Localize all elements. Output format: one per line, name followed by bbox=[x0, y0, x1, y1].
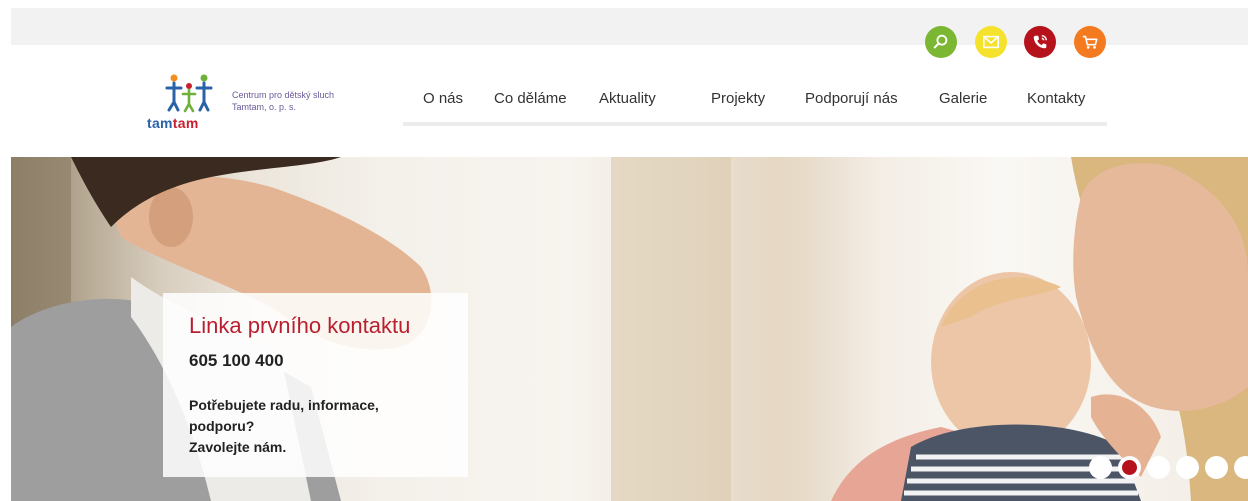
callout-text: Potřebujete radu, informace, podporu? Za… bbox=[189, 397, 379, 455]
nav-item-kontakty[interactable]: Kontakty bbox=[1027, 90, 1085, 107]
slider-dot-6[interactable] bbox=[1234, 456, 1248, 479]
phone-button[interactable] bbox=[1024, 26, 1056, 58]
family-figures-icon bbox=[165, 74, 213, 113]
slider-dot-5[interactable] bbox=[1205, 456, 1228, 479]
main-nav: O nás Co děláme Aktuality Projekty Podpo… bbox=[403, 86, 1107, 126]
slider-dot-2[interactable] bbox=[1118, 456, 1141, 479]
mail-button[interactable] bbox=[975, 26, 1007, 58]
search-icon bbox=[933, 34, 948, 49]
slider-dots bbox=[1089, 456, 1248, 479]
site-logo[interactable]: tamtam Centrum pro dětský sluch Tamtam, … bbox=[140, 72, 370, 136]
nav-item-aktuality[interactable]: Aktuality bbox=[599, 90, 656, 107]
callout-phone[interactable]: 605 100 400 bbox=[189, 351, 442, 371]
nav-item-galerie[interactable]: Galerie bbox=[939, 90, 987, 107]
search-button[interactable] bbox=[925, 26, 957, 58]
nav-item-podporuji-nas[interactable]: Podporují nás bbox=[805, 90, 898, 107]
hotline-callout: Linka prvního kontaktu 605 100 400 Potře… bbox=[163, 293, 468, 477]
phone-icon bbox=[1033, 34, 1048, 49]
slider-dot-3[interactable] bbox=[1147, 456, 1170, 479]
logo-wordmark: tamtam bbox=[147, 115, 199, 131]
mail-icon bbox=[982, 35, 1000, 49]
logo-tagline: Centrum pro dětský sluch Tamtam, o. p. s… bbox=[232, 90, 335, 112]
nav-item-o-nas[interactable]: O nás bbox=[423, 90, 463, 107]
slider-dot-1[interactable] bbox=[1089, 456, 1112, 479]
callout-title: Linka prvního kontaktu bbox=[189, 313, 411, 338]
cart-icon bbox=[1082, 35, 1098, 49]
slider-dot-4[interactable] bbox=[1176, 456, 1199, 479]
cart-button[interactable] bbox=[1074, 26, 1106, 58]
nav-item-co-delame[interactable]: Co děláme bbox=[494, 90, 567, 107]
nav-item-projekty[interactable]: Projekty bbox=[711, 90, 765, 107]
top-bar bbox=[11, 8, 1248, 45]
